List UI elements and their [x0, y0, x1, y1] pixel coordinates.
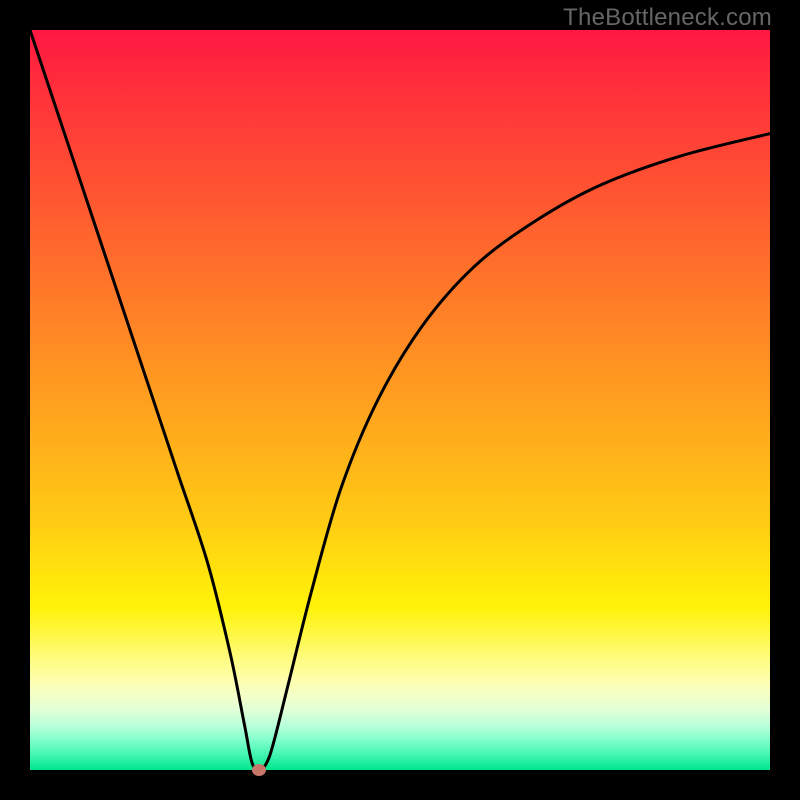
- outer-frame: TheBottleneck.com: [0, 0, 800, 800]
- plot-gradient-area: [30, 30, 770, 770]
- watermark-text: TheBottleneck.com: [563, 4, 772, 32]
- optimum-marker: [252, 764, 266, 776]
